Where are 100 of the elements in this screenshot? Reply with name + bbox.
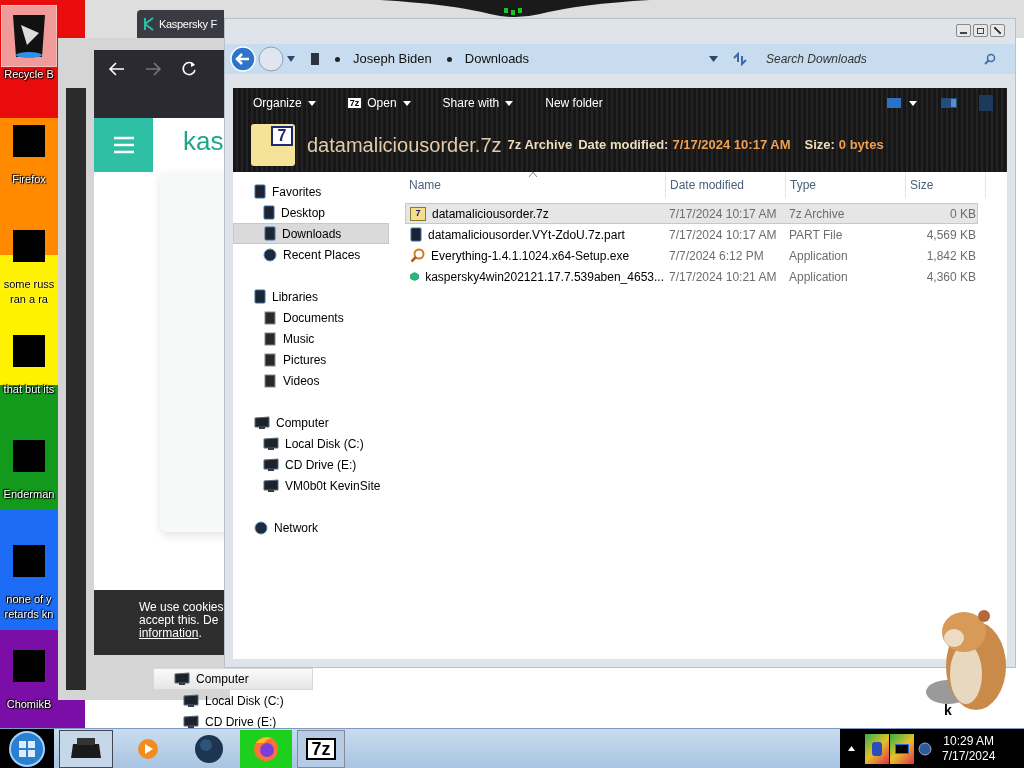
tray-app-icon[interactable] — [865, 733, 889, 764]
tray-expand-icon[interactable] — [848, 746, 855, 751]
blacked-out-icon — [13, 335, 45, 367]
nav-item[interactable]: Documents — [233, 307, 389, 328]
monitor-icon — [263, 478, 279, 493]
site-logo: kas — [183, 128, 224, 158]
nav-item[interactable]: Computer — [233, 412, 399, 433]
taskbar-button[interactable]: 7z — [297, 729, 345, 768]
desktop-icon-label: that but its — [3, 382, 55, 397]
caret-icon — [505, 100, 514, 106]
nav-item[interactable]: Local Disk (C:) — [233, 433, 389, 454]
refresh-icon[interactable] — [732, 52, 748, 66]
tray-app-icon[interactable] — [890, 733, 914, 764]
file-size: 4,569 KB — [925, 226, 976, 244]
cube-icon — [410, 269, 420, 284]
breadcrumb-separator-icon — [335, 56, 340, 62]
preview-pane-icon[interactable] — [941, 98, 957, 108]
file-row[interactable]: 7 datamaliciousorder.7z 7/17/2024 10:17 AM 7z Archive 0 KB — [405, 203, 978, 224]
file-row[interactable]: Everything-1.4.1.1024.x64-Setup.exe 7/7/2024 6:12 PM Application 1,842 KB — [405, 245, 978, 266]
file-row[interactable]: kaspersky4win202121.17.7.539aben_4653... 7/17/2024 10:21 AM Application 4,360 KB — [405, 266, 978, 287]
nav-item[interactable]: Favorites — [233, 181, 399, 202]
monitor-icon — [263, 457, 279, 472]
archive-file-icon: 7 — [251, 124, 295, 166]
file-size: 4,360 KB — [925, 268, 976, 286]
toolbar-button[interactable]: Organize — [251, 91, 318, 115]
desktop-icon-label: Firefox — [12, 172, 46, 187]
nav-item[interactable]: Computer — [153, 668, 313, 690]
breadcrumb-separator-icon — [446, 56, 452, 62]
file-date: 7/17/2024 10:21 AM — [668, 268, 778, 286]
size-label: Size: — [804, 136, 835, 155]
nav-item[interactable]: Local Disk (C:) — [153, 690, 313, 711]
selected-file-name: datamaliciousorder.7z — [307, 133, 502, 158]
file-name: kaspersky4win202121.17.7.539aben_4653... — [425, 268, 664, 286]
nav-item[interactable]: Desktop — [233, 202, 389, 223]
forward-icon[interactable] — [144, 60, 162, 78]
tab-title: Kaspersky F — [159, 16, 217, 32]
nav-item[interactable]: Libraries — [233, 286, 399, 307]
column-header[interactable]: Type — [786, 172, 906, 198]
breadcrumb[interactable]: Downloads — [464, 49, 530, 69]
blacked-out-icon — [13, 650, 45, 682]
nav-item[interactable]: CD Drive (E:) — [153, 711, 313, 732]
nav-item[interactable]: Pictures — [233, 349, 389, 370]
device-icon — [264, 226, 276, 241]
start-button[interactable] — [8, 729, 46, 768]
file-name: datamaliciousorder.VYt-ZdoU.7z.part — [428, 226, 625, 244]
file-type: 7z Archive — [507, 136, 573, 155]
magnifier-icon — [410, 248, 425, 263]
blacked-out-icon — [13, 440, 45, 472]
file-row[interactable]: datamaliciousorder.VYt-ZdoU.7z.part 7/17/2024 10:17 AM PART File 4,569 KB — [405, 224, 978, 245]
column-header[interactable]: Date modified — [666, 172, 786, 198]
toolbar-button[interactable]: Share with — [440, 91, 516, 115]
browser-tab[interactable]: Kaspersky F — [137, 10, 224, 38]
globe-icon — [263, 247, 277, 262]
minimize-button[interactable] — [956, 24, 971, 37]
library-icon — [263, 310, 277, 325]
desktop-icon[interactable] — [1, 5, 57, 67]
nav-item[interactable]: Recent Places — [233, 244, 389, 265]
search-field[interactable]: Search Downloads — [766, 50, 984, 68]
date-label: Date modified: — [578, 136, 669, 155]
nav-item[interactable]: Videos — [233, 370, 389, 391]
maximize-button[interactable] — [973, 24, 988, 37]
nav-item[interactable]: CD Drive (E:) — [233, 454, 389, 475]
toolbar-button[interactable]: 7z Open — [345, 91, 413, 115]
computer-icon — [310, 52, 320, 66]
device-icon — [263, 205, 275, 220]
back-icon[interactable] — [108, 60, 126, 78]
nav-item[interactable]: Music — [233, 328, 389, 349]
globe-icon — [194, 733, 224, 764]
close-button[interactable] — [990, 24, 1005, 37]
nav-item[interactable]: VM0b0t KevinSite — [233, 475, 389, 496]
monitor-icon — [183, 714, 199, 729]
file-date: 7/7/2024 6:12 PM — [668, 247, 765, 265]
menu-icon — [112, 136, 135, 154]
column-header[interactable]: Size — [906, 172, 986, 198]
blacked-out-icon — [13, 545, 45, 577]
monitor-icon — [254, 415, 270, 430]
file-size: 0 KB — [949, 205, 976, 223]
file-type: Application — [788, 247, 849, 265]
k-logo-icon — [143, 17, 155, 31]
desktop-icon-label: some russ — [3, 277, 55, 292]
date-value: 7/17/2024 10:17 AM — [672, 136, 791, 155]
toolbar-button[interactable]: New folder — [543, 91, 605, 115]
dropdown-icon[interactable] — [709, 56, 718, 62]
column-header[interactable]: Name — [405, 172, 666, 198]
clock[interactable]: 10:29 AM 7/17/2024 — [942, 733, 996, 764]
dropdown-icon[interactable] — [286, 56, 296, 62]
network-icon[interactable] — [918, 741, 932, 756]
caret-icon — [402, 100, 411, 106]
nav-item[interactable]: Network — [233, 517, 399, 538]
desktop-icon-label: ChomikB — [6, 697, 52, 712]
breadcrumb[interactable]: Joseph Biden — [353, 49, 432, 69]
reload-icon[interactable] — [180, 60, 198, 78]
desktop-icon-label: ran a ra — [10, 292, 48, 307]
desktop-icon-label: Enderman — [3, 487, 55, 502]
nav-item[interactable]: Downloads — [233, 223, 389, 244]
taskbar-button[interactable] — [59, 729, 113, 768]
library-icon — [263, 352, 277, 367]
desktop-icon-label: none of y — [6, 592, 52, 607]
archive-logo: 7z — [347, 98, 362, 108]
library-icon — [263, 373, 277, 388]
